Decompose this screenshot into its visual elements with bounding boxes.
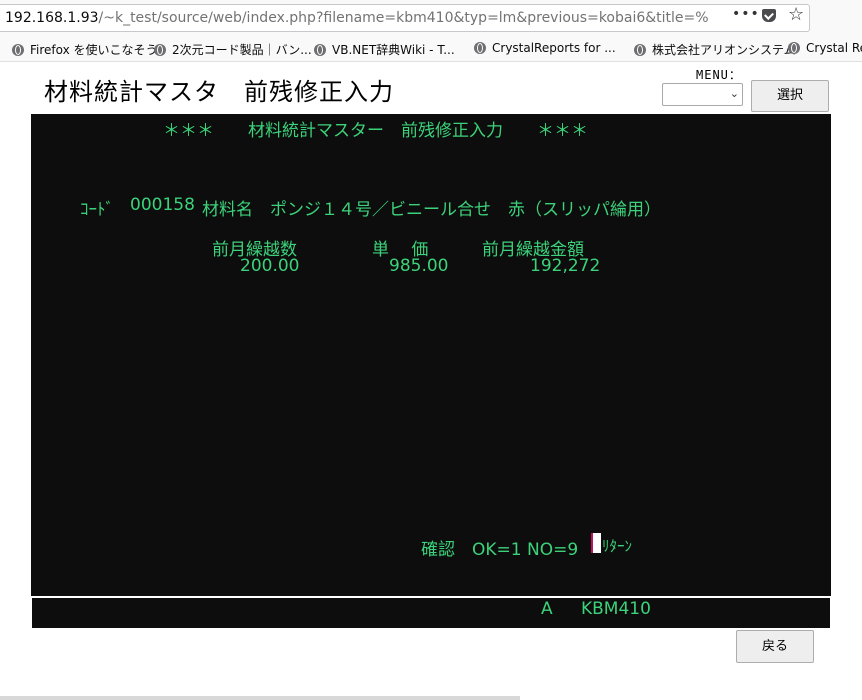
bookmarks-bar: Firefox を使いこなそう 2次元コード製品｜バン... VB.NET辞典W… <box>0 36 862 62</box>
browser-toolbar: 192.168.1.93/~k_test/source/web/index.ph… <box>0 0 862 36</box>
page-title: 材料統計マスタ 前残修正入力 <box>44 78 394 106</box>
prev-amount-value: 192,272 <box>530 256 601 276</box>
material-value: ポンジ１４号／ビニール合せ 赤（スリッパ綸用） <box>270 200 661 220</box>
ellipsis-icon[interactable]: ••• <box>732 6 760 22</box>
menu-label: MENU： <box>696 68 742 82</box>
status-bar <box>32 598 830 628</box>
bookmark-label: Firefox を使いこなそう <box>30 43 158 57</box>
url-text: 192.168.1.93/~k_test/source/web/index.ph… <box>5 10 709 26</box>
bookmark-label: CrystalReports for ... <box>492 41 616 55</box>
back-button[interactable]: 戻る <box>736 630 814 663</box>
bookmark-item[interactable]: Firefox を使いこなそう <box>12 41 158 58</box>
material-label: 材料名 <box>202 200 253 220</box>
bookmark-item[interactable]: 株式会社アリオンシステム <box>634 41 796 58</box>
select-button[interactable]: 選択 <box>751 80 829 112</box>
horizontal-scrollbar[interactable] <box>0 696 520 700</box>
star-icon[interactable]: ☆ <box>788 4 804 25</box>
menu-select[interactable]: ⌄ <box>662 83 743 106</box>
globe-icon <box>634 44 646 56</box>
globe-icon <box>788 42 800 54</box>
globe-icon <box>474 42 486 54</box>
bookmark-label: VB.NET辞典Wiki - T... <box>332 43 455 57</box>
bookmark-item[interactable]: 2次元コード製品｜バン... <box>154 41 312 58</box>
chevron-down-icon: ⌄ <box>729 87 739 100</box>
bookmark-item[interactable]: CrystalReports for ... <box>474 41 616 55</box>
globe-icon <box>314 44 326 56</box>
confirm-input[interactable] <box>591 533 601 553</box>
prev-qty-value: 200.00 <box>240 256 300 276</box>
url-host: 192.168.1.93 <box>5 10 99 26</box>
bookmark-item[interactable]: Crystal Re <box>788 41 862 55</box>
terminal-screen <box>31 114 831 596</box>
status-mode: A <box>541 599 553 619</box>
unit-price-value: 985.00 <box>389 256 449 276</box>
bookmark-label: 株式会社アリオンシステム <box>652 43 796 57</box>
pocket-icon[interactable] <box>762 9 776 22</box>
url-path: /~k_test/source/web/index.php?filename=k… <box>98 10 709 26</box>
confirm-prompt: 確認 OK=1 NO=9 <box>421 540 579 560</box>
status-program: KBM410 <box>581 599 651 619</box>
bookmark-item[interactable]: VB.NET辞典Wiki - T... <box>314 41 455 58</box>
code-value: 000158 <box>130 195 195 215</box>
code-label: ｺｰﾄﾞ <box>80 200 114 220</box>
terminal-header: ＊＊＊ 材料統計マスター 前残修正入力 ＊＊＊ <box>163 121 588 141</box>
bookmark-label: 2次元コード製品｜バン... <box>172 43 312 57</box>
return-hint: ﾘﾀｰﾝ <box>602 537 633 555</box>
globe-icon <box>12 44 24 56</box>
globe-icon <box>154 44 166 56</box>
url-bar[interactable]: 192.168.1.93/~k_test/source/web/index.ph… <box>0 4 810 32</box>
bookmark-label: Crystal Re <box>806 41 862 55</box>
